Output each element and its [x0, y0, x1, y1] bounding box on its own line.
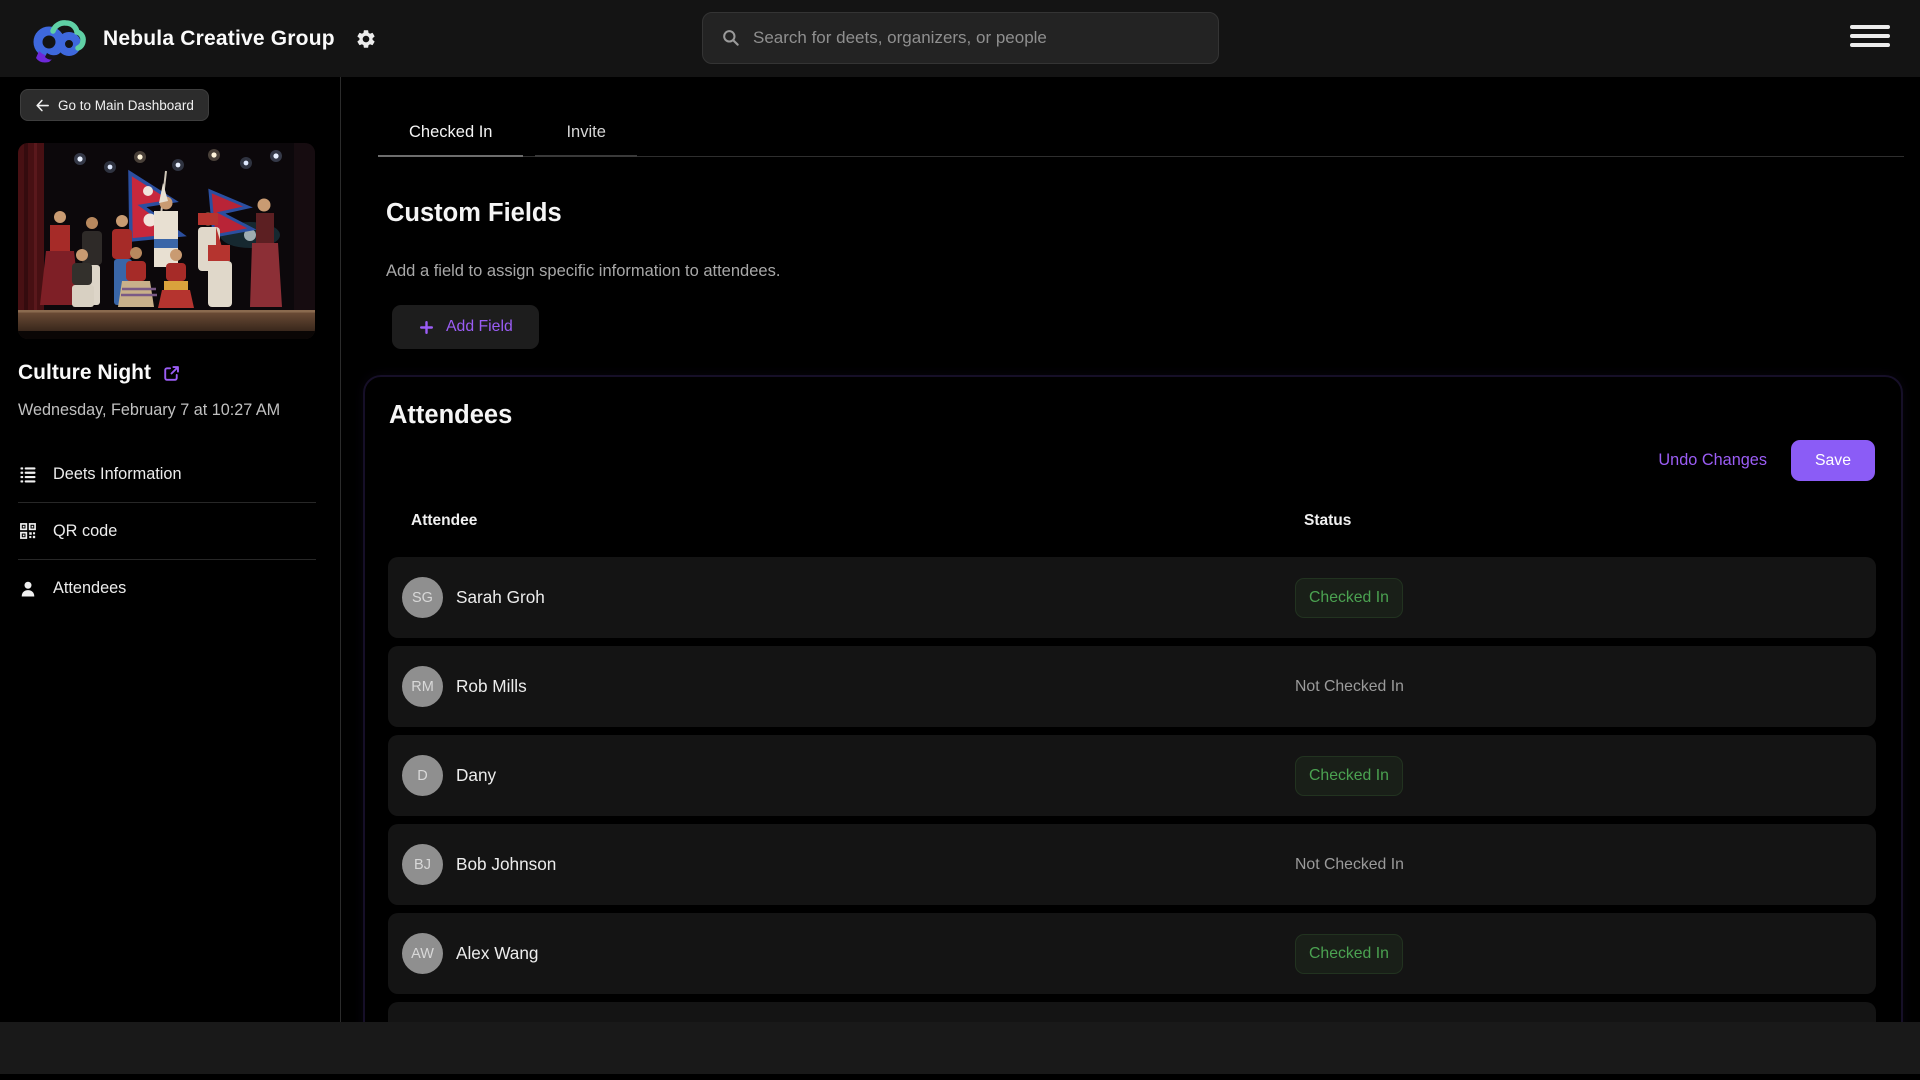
avatar-initials: RM — [411, 679, 434, 695]
attendee-row[interactable]: RM Rob Mills Not Checked In — [388, 646, 1876, 727]
attendee-name: Alex Wang — [456, 943, 538, 964]
status-cell: Checked In — [1295, 578, 1403, 618]
status-badge: Not Checked In — [1295, 856, 1404, 874]
add-field-button[interactable]: Add Field — [392, 305, 539, 349]
column-status: Status — [1304, 512, 1351, 530]
sidebar-item-label: Deets Information — [53, 465, 182, 484]
table-header: Attendee Status — [411, 512, 1861, 530]
avatar-initials: AW — [411, 946, 434, 962]
sidebar-item-attendees[interactable]: Attendees — [18, 560, 316, 617]
event-datetime: Wednesday, February 7 at 10:27 AM — [18, 399, 286, 422]
settings-gear-icon[interactable] — [355, 28, 377, 50]
attendee-list: SG Sarah Groh Checked In RM Rob Mills No… — [388, 557, 1876, 1022]
search-input[interactable] — [753, 28, 1218, 48]
status-badge: Checked In — [1295, 756, 1403, 796]
person-icon — [18, 579, 38, 599]
status-badge: Checked In — [1295, 934, 1403, 974]
attendee-row[interactable]: D Dany Checked In — [388, 735, 1876, 816]
attendee-name: Bob Johnson — [456, 854, 556, 875]
main-content: Checked In Invite Custom Fields Add a fi… — [341, 77, 1920, 1022]
search-icon — [721, 28, 741, 48]
status-cell: Checked In — [1295, 756, 1403, 796]
avatar: D — [402, 755, 443, 796]
tab-label: Invite — [566, 123, 605, 142]
tab-checked-in[interactable]: Checked In — [378, 110, 523, 157]
avatar: AW — [402, 933, 443, 974]
avatar-initials: SG — [412, 590, 433, 606]
undo-changes-link[interactable]: Undo Changes — [1658, 451, 1767, 470]
avatar: RM — [402, 666, 443, 707]
tab-label: Checked In — [409, 123, 492, 142]
app-body: Go to Main Dashboard — [0, 77, 1920, 1022]
attendees-title: Attendees — [389, 401, 512, 430]
column-attendee: Attendee — [411, 512, 477, 529]
global-search[interactable] — [702, 12, 1219, 64]
attendee-row[interactable]: SG Sarah Groh Checked In — [388, 557, 1876, 638]
avatar: BJ — [402, 844, 443, 885]
sidebar-nav: Deets Information QR code — [18, 446, 316, 617]
status-badge: Checked In — [1295, 578, 1403, 618]
avatar-initials: D — [417, 768, 427, 784]
plus-icon — [418, 319, 435, 336]
tab-invite[interactable]: Invite — [535, 110, 636, 157]
back-button-label: Go to Main Dashboard — [58, 98, 194, 113]
custom-fields-description: Add a field to assign specific informati… — [386, 262, 780, 281]
app-logo — [33, 15, 89, 63]
event-photo — [18, 143, 315, 339]
external-link-icon[interactable] — [162, 364, 181, 383]
back-to-dashboard-button[interactable]: Go to Main Dashboard — [20, 89, 209, 121]
attendee-name: Dany — [456, 765, 496, 786]
sidebar-item-label: Attendees — [53, 579, 126, 598]
attendees-actions: Undo Changes Save — [1658, 440, 1875, 481]
attendee-row[interactable]: BJ Bob Johnson Not Checked In — [388, 824, 1876, 905]
status-badge: Not Checked In — [1295, 678, 1404, 696]
sidebar-item-deets-information[interactable]: Deets Information — [18, 446, 316, 503]
attendee-name: Sarah Groh — [456, 587, 545, 608]
bottom-bar — [0, 1022, 1920, 1074]
event-title: Culture Night — [18, 361, 151, 385]
brand-name: Nebula Creative Group — [103, 27, 335, 51]
status-cell: Not Checked In — [1295, 856, 1404, 874]
attendee-row[interactable] — [388, 1002, 1876, 1022]
tab-bar: Checked In Invite — [378, 110, 1904, 157]
status-cell: Checked In — [1295, 934, 1403, 974]
attendees-panel: Attendees Undo Changes Save Attendee Sta… — [363, 375, 1903, 1022]
app-header: Nebula Creative Group — [0, 0, 1920, 77]
save-button[interactable]: Save — [1791, 440, 1875, 481]
attendee-row[interactable]: AW Alex Wang Checked In — [388, 913, 1876, 994]
list-icon — [18, 464, 38, 484]
menu-hamburger-icon[interactable] — [1850, 25, 1890, 47]
arrow-left-icon — [35, 98, 50, 113]
avatar: SG — [402, 577, 443, 618]
sidebar: Go to Main Dashboard — [0, 77, 341, 1022]
attendee-name: Rob Mills — [456, 676, 527, 697]
event-title-row: Culture Night — [18, 361, 316, 385]
brand: Nebula Creative Group — [33, 15, 377, 63]
sidebar-item-label: QR code — [53, 522, 117, 541]
add-field-label: Add Field — [446, 318, 513, 336]
avatar-initials: BJ — [414, 857, 431, 873]
custom-fields-title: Custom Fields — [386, 199, 562, 228]
sidebar-item-qr-code[interactable]: QR code — [18, 503, 316, 560]
status-cell: Not Checked In — [1295, 678, 1404, 696]
qr-code-icon — [18, 521, 38, 541]
